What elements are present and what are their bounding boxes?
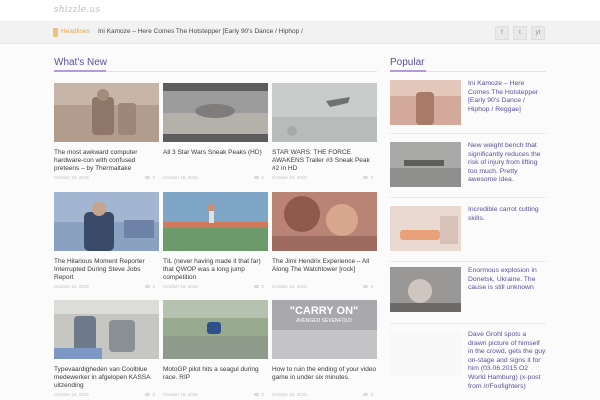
comment-count-value: 0 <box>152 175 155 180</box>
popular-thumbnail[interactable] <box>390 267 461 312</box>
article-card[interactable]: "CARRY ON" AVENGED SEVENFOLD How to ruin… <box>272 300 377 400</box>
comment-count: 0 <box>145 284 155 289</box>
comment-count: 0 <box>254 284 264 289</box>
views-icon <box>145 285 151 289</box>
article-thumbnail[interactable] <box>163 83 268 142</box>
article-title[interactable]: The Hilarious Moment Reporter Interrupte… <box>54 258 159 283</box>
whats-new-accent <box>54 70 106 72</box>
article-thumbnail[interactable]: "CARRY ON" AVENGED SEVENFOLD <box>272 300 377 359</box>
popular-title-link[interactable]: Ini Kamoze – Here Comes The Hotstepper [… <box>468 80 546 114</box>
popular-thumbnail[interactable] <box>390 331 461 376</box>
popular-thumbnail[interactable] <box>390 206 461 251</box>
article-date: October 18, 2015 <box>272 392 307 397</box>
views-icon <box>254 176 260 180</box>
comment-count-value: 0 <box>370 392 373 397</box>
comment-count-value: 0 <box>152 392 155 397</box>
headlines-label: Headlines <box>61 28 90 35</box>
thumbnail-caption: "CARRY ON" <box>290 305 359 317</box>
comment-count-value: 0 <box>261 392 264 397</box>
article-card[interactable]: TIL (never having made it that far) that… <box>163 192 268 292</box>
thumbnail-subcaption: AVENGED SEVENFOLD <box>296 318 352 324</box>
article-title[interactable]: TIL (never having made it that far) that… <box>163 258 268 283</box>
article-title[interactable]: All 3 Star Wars Sneak Peaks (HD) <box>163 149 268 174</box>
article-card[interactable]: The most awkward computer hardware-con w… <box>54 83 159 183</box>
article-title[interactable]: Typevaardigheden van Coolblue medewerker… <box>54 366 159 391</box>
popular-title-link[interactable]: Dave Grohl spots a drawn picture of hims… <box>468 331 546 391</box>
popular-title-link[interactable]: Enormous explosion in Donetsk, Ukraine. … <box>468 267 546 293</box>
whats-new-title: What's New <box>54 57 108 68</box>
comment-count-value: 0 <box>370 284 373 289</box>
site-logo[interactable]: shizzle.us <box>54 5 100 15</box>
comment-count: 0 <box>363 175 373 180</box>
popular-divider-line <box>390 261 546 262</box>
article-date: October 18, 2015 <box>272 175 307 180</box>
article-card[interactable]: The Jimi Hendrix Experience – All Along … <box>272 192 377 292</box>
headlines-bar: Headlines Ini Kamoze – Here Comes The Ho… <box>0 22 600 44</box>
article-thumbnail[interactable] <box>272 83 377 142</box>
article-thumbnail[interactable] <box>272 192 377 251</box>
article-title[interactable]: The most awkward computer hardware-con w… <box>54 149 159 174</box>
views-icon <box>254 285 260 289</box>
popular-title-link[interactable]: New weight bench that significantly redu… <box>468 142 546 185</box>
article-title[interactable]: MotoGP pilot hits a seagul during race. … <box>163 366 268 391</box>
popular-title-link[interactable]: Incredible carrot cutting skills. <box>468 206 546 223</box>
article-title[interactable]: The Jimi Hendrix Experience – All Along … <box>272 258 377 283</box>
article-date: October 18, 2015 <box>54 392 89 397</box>
article-date: October 18, 2015 <box>163 175 198 180</box>
article-card[interactable]: The Hilarious Moment Reporter Interrupte… <box>54 192 159 292</box>
popular-thumbnail[interactable] <box>390 80 461 125</box>
article-card[interactable]: STAR WARS: THE FORCE AWAKENS Trailer #3 … <box>272 83 377 183</box>
views-icon <box>145 393 151 397</box>
article-thumbnail[interactable] <box>54 192 159 251</box>
article-date: October 18, 2015 <box>272 284 307 289</box>
popular-title: Popular <box>390 57 425 68</box>
comment-count: 0 <box>254 175 264 180</box>
youtube-icon[interactable]: yt <box>531 26 545 40</box>
article-title[interactable]: How to ruin the ending of your video gam… <box>272 366 377 391</box>
headlines-icon <box>53 28 58 37</box>
headline-ticker-link[interactable]: Ini Kamoze – Here Comes The Hotstepper [… <box>98 28 303 35</box>
views-icon <box>363 176 369 180</box>
comment-count-value: 0 <box>261 175 264 180</box>
comment-count-value: 0 <box>261 284 264 289</box>
comment-count: 0 <box>145 175 155 180</box>
article-date: October 18, 2015 <box>54 175 89 180</box>
comment-count: 0 <box>363 392 373 397</box>
article-card[interactable]: Typevaardigheden van Coolblue medewerker… <box>54 300 159 400</box>
comment-count: 0 <box>363 284 373 289</box>
popular-accent <box>390 70 426 72</box>
comment-count: 0 <box>254 392 264 397</box>
popular-divider-line <box>390 133 546 134</box>
article-thumbnail[interactable] <box>54 300 159 359</box>
comment-count: 0 <box>145 392 155 397</box>
article-date: October 18, 2015 <box>54 284 89 289</box>
views-icon <box>363 393 369 397</box>
article-card[interactable]: All 3 Star Wars Sneak Peaks (HD) October… <box>163 83 268 183</box>
views-icon <box>145 176 151 180</box>
article-title[interactable]: STAR WARS: THE FORCE AWAKENS Trailer #3 … <box>272 149 377 174</box>
facebook-icon[interactable]: f <box>495 26 509 40</box>
comment-count-value: 0 <box>152 284 155 289</box>
comment-count-value: 0 <box>370 175 373 180</box>
top-bar: shizzle.us <box>0 0 600 22</box>
article-thumbnail[interactable] <box>54 83 159 142</box>
popular-thumbnail[interactable] <box>390 142 461 187</box>
article-date: October 18, 2015 <box>163 392 198 397</box>
article-card[interactable]: MotoGP pilot hits a seagul during race. … <box>163 300 268 400</box>
popular-divider-line <box>390 197 546 198</box>
popular-divider-line <box>390 323 546 324</box>
article-thumbnail[interactable] <box>163 192 268 251</box>
twitter-icon[interactable]: t <box>513 26 527 40</box>
article-date: October 18, 2015 <box>163 284 198 289</box>
article-thumbnail[interactable] <box>163 300 268 359</box>
views-icon <box>254 393 260 397</box>
views-icon <box>363 285 369 289</box>
